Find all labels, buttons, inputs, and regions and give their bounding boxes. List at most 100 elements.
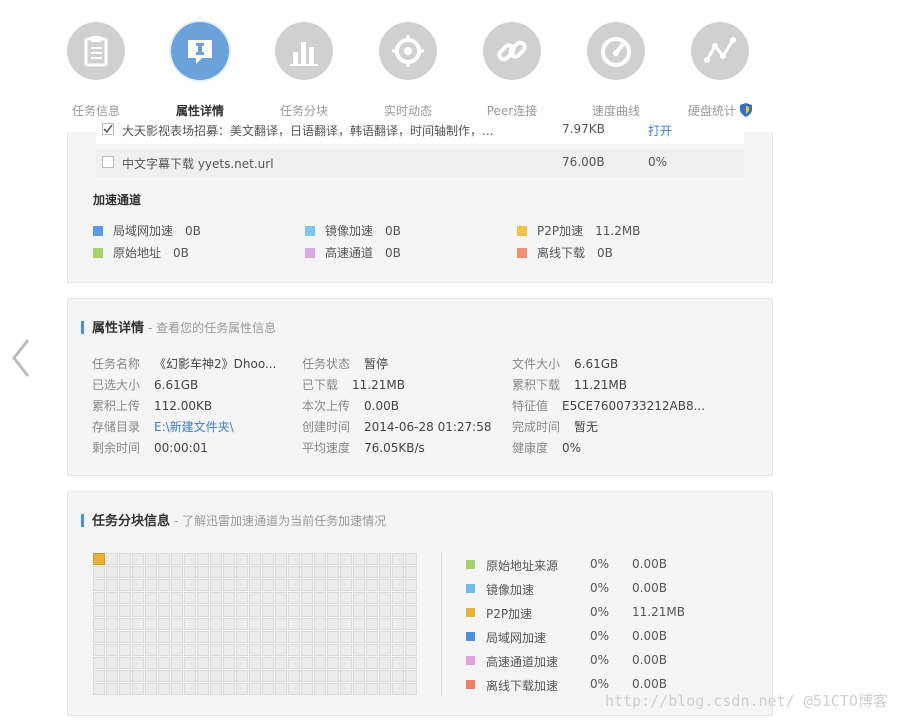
block-cell xyxy=(249,579,261,591)
accel-name: 镜像加速 xyxy=(325,224,374,238)
file-checkbox[interactable] xyxy=(102,156,114,168)
block-cell xyxy=(314,670,326,682)
open-file-link[interactable]: 打开 xyxy=(648,122,672,139)
block-cell xyxy=(301,631,313,643)
file-name: 中文字幕下载 yyets.net.url xyxy=(122,157,274,171)
block-cell xyxy=(262,605,274,617)
block-cell xyxy=(262,592,274,604)
file-row[interactable]: 大天影视表场招募：美文翻译，日语翻译，韩语翻译，时间轴制作，... 7.97KB… xyxy=(96,122,744,144)
tab-1[interactable]: 任务信息 xyxy=(56,22,136,119)
block-cell xyxy=(392,579,404,591)
file-row[interactable]: 中文字幕下载 yyets.net.url 76.00B 0% xyxy=(96,149,744,177)
block-cell xyxy=(93,579,105,591)
tab-6[interactable]: 速度曲线 xyxy=(576,22,656,119)
tab-label: 硬盘统计 xyxy=(680,102,760,119)
block-cell xyxy=(366,605,378,617)
block-title: 任务分块信息 - 了解迅雷加速通道为当前任务加速情况 xyxy=(81,510,386,529)
block-cell xyxy=(145,566,157,578)
block-cell xyxy=(119,631,131,643)
block-cell xyxy=(353,683,365,695)
block-cell xyxy=(132,644,144,656)
block-cell xyxy=(379,683,391,695)
accel-name: 离线下载 xyxy=(537,246,586,260)
block-cell xyxy=(119,592,131,604)
block-cell xyxy=(158,631,170,643)
property-field: 创建时间 2014-06-28 01:27:58 xyxy=(302,418,491,435)
block-cell xyxy=(340,631,352,643)
file-size: 7.97KB xyxy=(562,122,605,136)
block-cell xyxy=(132,657,144,669)
block-cell xyxy=(314,657,326,669)
stat-name: 局域网加速 xyxy=(486,631,547,645)
property-value: 2014-06-28 01:27:58 xyxy=(364,420,492,434)
property-value: 11.21MB xyxy=(352,378,405,392)
tab-3[interactable]: 任务分块 xyxy=(264,22,344,119)
block-cell xyxy=(288,683,300,695)
block-cell xyxy=(197,683,209,695)
property-label: 完成时间 xyxy=(512,420,561,434)
tab-5[interactable]: Peer连接 xyxy=(472,22,552,119)
block-cell xyxy=(379,618,391,630)
property-value[interactable]: E:\新建文件夹\ xyxy=(154,420,234,434)
tab-2[interactable]: 属性详情 xyxy=(160,22,240,119)
stat-swatch xyxy=(466,560,475,569)
block-cell xyxy=(327,553,339,565)
accel-name: 局域网加速 xyxy=(113,224,174,238)
block-cell xyxy=(132,605,144,617)
stat-percent: 0% xyxy=(590,677,610,691)
block-cell xyxy=(158,592,170,604)
block-cell xyxy=(158,618,170,630)
block-cell xyxy=(93,605,105,617)
block-cell xyxy=(392,657,404,669)
accel-swatch xyxy=(517,248,527,258)
block-title-text: 任务分块信息 xyxy=(92,514,171,529)
accel-item: 高速通道 0B xyxy=(305,244,401,261)
block-cell xyxy=(288,631,300,643)
block-cell xyxy=(405,566,417,578)
block-cell xyxy=(223,657,235,669)
block-cell xyxy=(158,683,170,695)
tab-label: 速度曲线 xyxy=(576,102,656,119)
block-cell xyxy=(353,618,365,630)
block-cell xyxy=(275,683,287,695)
block-cell xyxy=(184,605,196,617)
block-cell xyxy=(288,579,300,591)
tab-label: 实时动态 xyxy=(368,102,448,119)
block-cell xyxy=(301,553,313,565)
previous-arrow-icon[interactable] xyxy=(10,338,32,378)
tab-7[interactable]: 硬盘统计 xyxy=(680,22,760,119)
block-cell xyxy=(392,592,404,604)
block-cell xyxy=(353,592,365,604)
property-value: 00:00:01 xyxy=(154,441,208,455)
block-cell xyxy=(392,683,404,695)
block-cell xyxy=(340,605,352,617)
block-cell xyxy=(301,579,313,591)
property-label: 存储目录 xyxy=(92,420,141,434)
block-cell xyxy=(314,644,326,656)
shield-icon xyxy=(740,103,752,117)
block-cell xyxy=(119,618,131,630)
block-cell xyxy=(223,566,235,578)
block-cell xyxy=(210,605,222,617)
block-cell xyxy=(236,670,248,682)
file-checkbox[interactable] xyxy=(102,123,114,135)
block-cell xyxy=(223,618,235,630)
block-cell xyxy=(262,566,274,578)
file-progress: 0% xyxy=(648,155,668,169)
block-cell xyxy=(249,683,261,695)
block-cell xyxy=(301,644,313,656)
accel-swatch xyxy=(305,226,315,236)
block-cell xyxy=(327,605,339,617)
block-cell xyxy=(379,553,391,565)
block-cell xyxy=(366,566,378,578)
file-size: 76.00B xyxy=(562,155,605,169)
property-value: 0% xyxy=(562,441,582,455)
block-cell xyxy=(132,670,144,682)
block-cell xyxy=(379,566,391,578)
block-cell xyxy=(106,618,118,630)
block-cell xyxy=(314,553,326,565)
block-cell xyxy=(366,579,378,591)
tab-4[interactable]: 实时动态 xyxy=(368,22,448,119)
block-cell xyxy=(106,566,118,578)
block-cell xyxy=(119,579,131,591)
